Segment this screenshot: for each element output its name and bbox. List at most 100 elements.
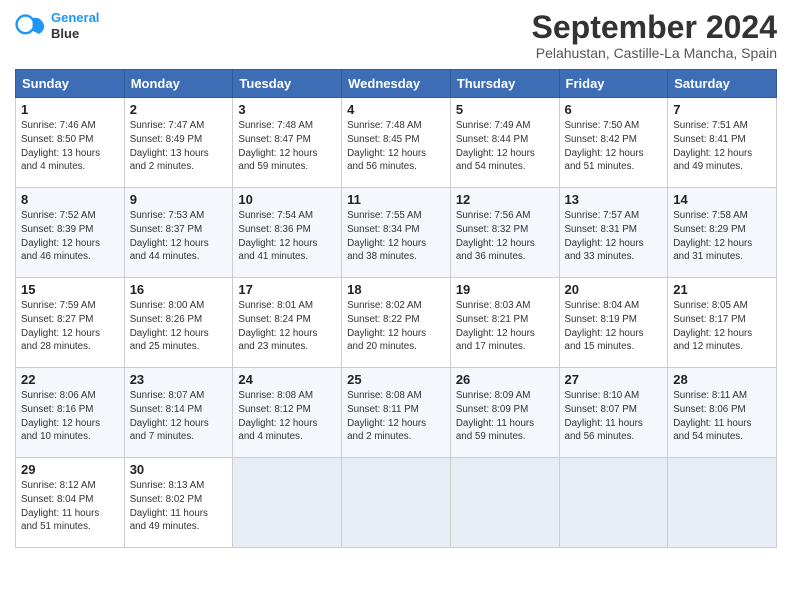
day-number: 23 — [130, 372, 228, 387]
day-number: 1 — [21, 102, 119, 117]
header-sunday: Sunday — [16, 70, 125, 98]
day-number: 7 — [673, 102, 771, 117]
day-number: 10 — [238, 192, 336, 207]
day-info: Sunrise: 8:02 AM Sunset: 8:22 PM Dayligh… — [347, 299, 445, 354]
day-info: Sunrise: 7:46 AM Sunset: 8:50 PM Dayligh… — [21, 119, 119, 174]
day-number: 15 — [21, 282, 119, 297]
calendar-cell: 28 Sunrise: 8:11 AM Sunset: 8:06 PM Dayli… — [668, 368, 777, 458]
day-info: Sunrise: 7:48 AM Sunset: 8:45 PM Dayligh… — [347, 119, 445, 174]
title-block: September 2024 Pelahustan, Castille-La M… — [532, 10, 777, 61]
calendar-week-row: 22 Sunrise: 8:06 AM Sunset: 8:16 PM Dayli… — [16, 368, 777, 458]
day-number: 19 — [456, 282, 554, 297]
weekday-header-row: Sunday Monday Tuesday Wednesday Thursday… — [16, 70, 777, 98]
day-info: Sunrise: 8:04 AM Sunset: 8:19 PM Dayligh… — [565, 299, 663, 354]
day-number: 20 — [565, 282, 663, 297]
calendar-cell: 16 Sunrise: 8:00 AM Sunset: 8:26 PM Dayli… — [124, 278, 233, 368]
calendar-body: 1 Sunrise: 7:46 AM Sunset: 8:50 PM Daylig… — [16, 98, 777, 548]
calendar-cell: 21Sunrise: 8:05 AM Sunset: 8:17 PM Dayli… — [668, 278, 777, 368]
day-number: 3 — [238, 102, 336, 117]
day-info: Sunrise: 8:00 AM Sunset: 8:26 PM Dayligh… — [130, 299, 228, 354]
day-number: 21 — [673, 282, 771, 297]
day-number: 8 — [21, 192, 119, 207]
calendar-cell: 10 Sunrise: 7:54 AM Sunset: 8:36 PM Dayli… — [233, 188, 342, 278]
calendar-cell: 19 Sunrise: 8:03 AM Sunset: 8:21 PM Dayli… — [450, 278, 559, 368]
day-info: Sunrise: 8:07 AM Sunset: 8:14 PM Dayligh… — [130, 389, 228, 444]
day-number: 24 — [238, 372, 336, 387]
calendar-cell: 9 Sunrise: 7:53 AM Sunset: 8:37 PM Daylig… — [124, 188, 233, 278]
calendar-week-row: 15 Sunrise: 7:59 AM Sunset: 8:27 PM Dayli… — [16, 278, 777, 368]
calendar-cell: 13Sunrise: 7:57 AM Sunset: 8:31 PM Dayli… — [559, 188, 668, 278]
day-info: Sunrise: 7:49 AM Sunset: 8:44 PM Dayligh… — [456, 119, 554, 174]
calendar-cell: 20 Sunrise: 8:04 AM Sunset: 8:19 PM Dayli… — [559, 278, 668, 368]
calendar-cell: 8 Sunrise: 7:52 AM Sunset: 8:39 PM Daylig… — [16, 188, 125, 278]
day-number: 27 — [565, 372, 663, 387]
calendar-cell: 12Sunrise: 7:56 AM Sunset: 8:32 PM Dayli… — [450, 188, 559, 278]
calendar-cell: 4 Sunrise: 7:48 AM Sunset: 8:45 PM Daylig… — [342, 98, 451, 188]
day-number: 9 — [130, 192, 228, 207]
calendar-cell: 3Sunrise: 7:48 AM Sunset: 8:47 PM Daylig… — [233, 98, 342, 188]
day-info: Sunrise: 7:59 AM Sunset: 8:27 PM Dayligh… — [21, 299, 119, 354]
day-info: Sunrise: 8:09 AM Sunset: 8:09 PM Dayligh… — [456, 389, 554, 444]
day-info: Sunrise: 8:06 AM Sunset: 8:16 PM Dayligh… — [21, 389, 119, 444]
calendar-cell: 26 Sunrise: 8:09 AM Sunset: 8:09 PM Dayli… — [450, 368, 559, 458]
calendar-cell — [342, 458, 451, 548]
day-number: 14 — [673, 192, 771, 207]
day-number: 18 — [347, 282, 445, 297]
calendar-cell: 18 Sunrise: 8:02 AM Sunset: 8:22 PM Dayli… — [342, 278, 451, 368]
day-number: 16 — [130, 282, 228, 297]
calendar-cell: 7 Sunrise: 7:51 AM Sunset: 8:41 PM Daylig… — [668, 98, 777, 188]
header-friday: Friday — [559, 70, 668, 98]
day-info: Sunrise: 7:54 AM Sunset: 8:36 PM Dayligh… — [238, 209, 336, 264]
calendar-cell: 6 Sunrise: 7:50 AM Sunset: 8:42 PM Daylig… — [559, 98, 668, 188]
calendar-cell: 15 Sunrise: 7:59 AM Sunset: 8:27 PM Dayli… — [16, 278, 125, 368]
calendar-cell: 11 Sunrise: 7:55 AM Sunset: 8:34 PM Dayli… — [342, 188, 451, 278]
day-number: 2 — [130, 102, 228, 117]
calendar-week-row: 1 Sunrise: 7:46 AM Sunset: 8:50 PM Daylig… — [16, 98, 777, 188]
day-number: 12 — [456, 192, 554, 207]
month-title: September 2024 — [532, 10, 777, 45]
calendar-cell — [668, 458, 777, 548]
day-number: 25 — [347, 372, 445, 387]
header-wednesday: Wednesday — [342, 70, 451, 98]
day-info: Sunrise: 7:50 AM Sunset: 8:42 PM Dayligh… — [565, 119, 663, 174]
day-number: 29 — [21, 462, 119, 477]
day-info: Sunrise: 8:13 AM Sunset: 8:02 PM Dayligh… — [130, 479, 228, 534]
day-number: 11 — [347, 192, 445, 207]
day-number: 22 — [21, 372, 119, 387]
day-number: 6 — [565, 102, 663, 117]
day-number: 30 — [130, 462, 228, 477]
day-info: Sunrise: 7:47 AM Sunset: 8:49 PM Dayligh… — [130, 119, 228, 174]
day-number: 26 — [456, 372, 554, 387]
calendar-cell: 2 Sunrise: 7:47 AM Sunset: 8:49 PM Daylig… — [124, 98, 233, 188]
day-info: Sunrise: 8:08 AM Sunset: 8:12 PM Dayligh… — [238, 389, 336, 444]
calendar-cell: 25Sunrise: 8:08 AM Sunset: 8:11 PM Dayli… — [342, 368, 451, 458]
logo-icon — [15, 10, 47, 42]
header-tuesday: Tuesday — [233, 70, 342, 98]
location: Pelahustan, Castille-La Mancha, Spain — [532, 45, 777, 61]
calendar-cell — [559, 458, 668, 548]
day-number: 28 — [673, 372, 771, 387]
day-info: Sunrise: 7:55 AM Sunset: 8:34 PM Dayligh… — [347, 209, 445, 264]
day-info: Sunrise: 8:01 AM Sunset: 8:24 PM Dayligh… — [238, 299, 336, 354]
calendar-cell: 17 Sunrise: 8:01 AM Sunset: 8:24 PM Dayli… — [233, 278, 342, 368]
day-info: Sunrise: 8:11 AM Sunset: 8:06 PM Dayligh… — [673, 389, 771, 444]
header-monday: Monday — [124, 70, 233, 98]
day-info: Sunrise: 7:52 AM Sunset: 8:39 PM Dayligh… — [21, 209, 119, 264]
calendar-cell: 23 Sunrise: 8:07 AM Sunset: 8:14 PM Dayli… — [124, 368, 233, 458]
day-info: Sunrise: 8:03 AM Sunset: 8:21 PM Dayligh… — [456, 299, 554, 354]
day-number: 4 — [347, 102, 445, 117]
calendar-cell: 24 Sunrise: 8:08 AM Sunset: 8:12 PM Dayli… — [233, 368, 342, 458]
calendar-cell: 29 Sunrise: 8:12 AM Sunset: 8:04 PM Dayli… — [16, 458, 125, 548]
day-number: 13 — [565, 192, 663, 207]
page-header: General Blue September 2024 Pelahustan, … — [15, 10, 777, 61]
calendar-week-row: 8 Sunrise: 7:52 AM Sunset: 8:39 PM Daylig… — [16, 188, 777, 278]
calendar-table: Sunday Monday Tuesday Wednesday Thursday… — [15, 69, 777, 548]
day-number: 17 — [238, 282, 336, 297]
logo-text: General Blue — [51, 10, 99, 41]
calendar-cell: 14Sunrise: 7:58 AM Sunset: 8:29 PM Dayli… — [668, 188, 777, 278]
calendar-cell — [450, 458, 559, 548]
day-info: Sunrise: 7:51 AM Sunset: 8:41 PM Dayligh… — [673, 119, 771, 174]
day-info: Sunrise: 7:53 AM Sunset: 8:37 PM Dayligh… — [130, 209, 228, 264]
day-info: Sunrise: 8:12 AM Sunset: 8:04 PM Dayligh… — [21, 479, 119, 534]
header-saturday: Saturday — [668, 70, 777, 98]
